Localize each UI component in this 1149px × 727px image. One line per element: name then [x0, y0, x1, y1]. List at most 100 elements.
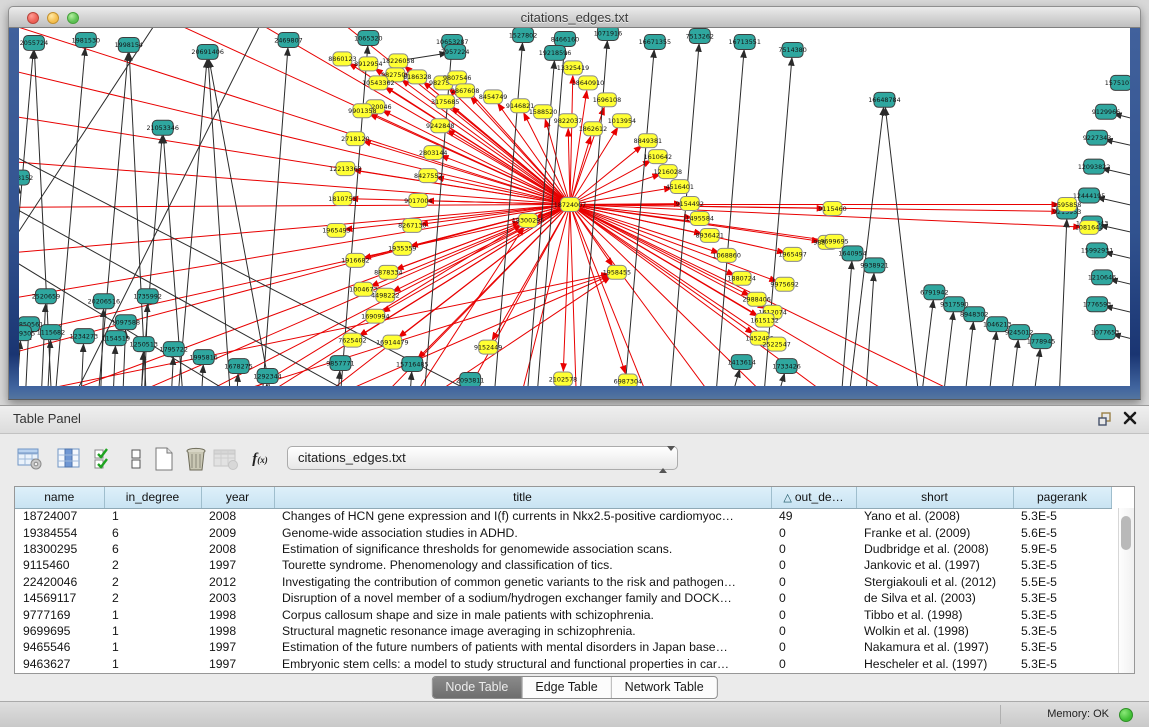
graph-node[interactable]: 1935359	[388, 241, 416, 255]
table-row[interactable]: 2242004622012Investigating the contribut…	[15, 574, 1111, 590]
graph-node[interactable]: 9115460	[818, 202, 846, 216]
graph-node[interactable]: 8860123	[328, 52, 356, 66]
graph-node[interactable]: 9227343	[1083, 130, 1111, 145]
column-header-name[interactable]: name	[15, 487, 104, 508]
graph-node[interactable]: 9154492	[676, 197, 704, 211]
graph-node[interactable]: 12093822	[1078, 159, 1110, 174]
graph-node[interactable]: 1250513	[130, 337, 158, 352]
graph-node[interactable]: 1097588	[112, 315, 140, 330]
graph-node[interactable]: 2718120	[341, 132, 369, 146]
graph-node[interactable]: 8466160	[551, 31, 579, 46]
graph-node[interactable]: 2093811	[456, 373, 484, 386]
graph-node[interactable]: 1778945	[1027, 334, 1055, 349]
graph-node[interactable]: 1495584	[686, 211, 714, 225]
function-builder-icon[interactable]: f(x)	[246, 445, 274, 473]
table-scrollbar-thumb[interactable]	[1121, 516, 1131, 550]
table-row[interactable]: 1830029562008Estimation of significance …	[15, 541, 1111, 557]
row-height-icon[interactable]	[122, 445, 150, 473]
graph-node[interactable]: 20206516	[88, 294, 120, 309]
float-window-icon[interactable]	[1097, 411, 1113, 427]
graph-node[interactable]: 12213363	[329, 162, 361, 176]
graph-node[interactable]: 1292344	[253, 369, 281, 384]
graph-node[interactable]: 20691406	[191, 44, 223, 59]
close-icon[interactable]	[1123, 411, 1139, 427]
graph-node[interactable]: 1068860	[713, 248, 741, 262]
table-row[interactable]: 911546021997Tourette syndrome. Phenomeno…	[15, 557, 1111, 573]
graph-node[interactable]: 1965497	[778, 247, 806, 261]
graph-node[interactable]: 18226058	[382, 54, 414, 68]
graph-node[interactable]: 1083152	[19, 170, 33, 185]
graph-node[interactable]: 6987304	[614, 374, 642, 386]
graph-node[interactable]: 4516401	[666, 180, 694, 194]
graph-node[interactable]: 1810755	[328, 192, 356, 206]
column-header-year[interactable]: year	[201, 487, 274, 508]
tab-edge-table[interactable]: Edge Table	[521, 677, 610, 698]
graph-node[interactable]: 16671355	[639, 34, 671, 49]
table-row[interactable]: 1456911722003Disruption of a novel membe…	[15, 590, 1111, 606]
graph-node[interactable]: 1065320	[354, 30, 382, 45]
delete-icon[interactable]	[182, 445, 210, 473]
column-header-title[interactable]: title	[274, 487, 771, 508]
graph-node[interactable]: 21053346	[147, 120, 179, 135]
column-header-short[interactable]: short	[856, 487, 1013, 508]
graph-node[interactable]: 16713551	[728, 34, 760, 49]
graph-node[interactable]: 1527802	[509, 28, 537, 42]
graph-node[interactable]: 1216028	[654, 165, 682, 179]
table-row[interactable]: 946554611997Estimation of the future num…	[15, 639, 1111, 655]
graph-node[interactable]: 15751074	[1105, 75, 1130, 90]
graph-node[interactable]: 9938921	[860, 258, 888, 273]
graph-node[interactable]: 1995816	[189, 350, 217, 365]
graph-node[interactable]: 6791942	[920, 285, 948, 300]
graph-node[interactable]: 19218596	[539, 45, 571, 60]
graph-node[interactable]: 2520659	[32, 289, 60, 304]
graph-node[interactable]: 1678275	[224, 359, 252, 374]
graph-node[interactable]: 13325419	[557, 61, 589, 75]
graph-node[interactable]: 1916682	[341, 253, 369, 267]
graph-node[interactable]: 1013954	[608, 114, 636, 128]
delete-table-icon[interactable]	[212, 445, 240, 473]
graph-node[interactable]: 8936421	[696, 228, 724, 242]
graph-node[interactable]: 1981530	[72, 32, 100, 47]
graph-node[interactable]: 8849381	[634, 134, 662, 148]
show-columns-icon[interactable]	[55, 445, 83, 473]
graph-node[interactable]: 7513262	[686, 28, 714, 43]
graph-node[interactable]: 9857771	[326, 356, 354, 371]
column-header-out_de[interactable]: △out_de…	[771, 487, 856, 508]
graph-node[interactable]: 1077653	[1091, 325, 1119, 340]
graph-node[interactable]: 1154519	[102, 331, 130, 346]
column-header-pagerank[interactable]: pagerank	[1013, 487, 1111, 508]
table-row[interactable]: 977716911998Corpus callosum shape and si…	[15, 606, 1111, 622]
new-file-icon[interactable]	[150, 445, 178, 473]
tab-network-table[interactable]: Network Table	[611, 677, 717, 698]
graph-node[interactable]: 16648784	[868, 92, 900, 107]
graph-node[interactable]: 8948302	[960, 307, 988, 322]
graph-node[interactable]: 1413614	[727, 355, 755, 370]
graph-node[interactable]: 1234273	[70, 329, 98, 344]
graph-node[interactable]: 1733426	[772, 359, 800, 374]
window-titlebar[interactable]: citations_edges.txt	[8, 6, 1141, 28]
graph-node[interactable]: 18640910	[572, 76, 604, 90]
graph-node[interactable]: 9975692	[770, 277, 798, 291]
network-canvas[interactable]: 2055724 1981530 1998154 20691406 2469807 1065…	[19, 28, 1130, 386]
graph-node[interactable]: 1690994	[361, 309, 389, 323]
graph-node[interactable]: 7514380	[778, 42, 806, 57]
network-canvas-svg[interactable]: 2055724 1981530 1998154 20691406 2469807 1065…	[19, 28, 1130, 386]
graph-node[interactable]: 1696108	[593, 93, 621, 107]
graph-node[interactable]: 1998154	[115, 37, 143, 52]
graph-node[interactable]: 2055724	[20, 35, 48, 50]
graph-node[interactable]: 9129966	[1092, 104, 1120, 119]
table-selector-dropdown[interactable]: citations_edges.txt	[287, 446, 678, 470]
table-scrollbar[interactable]	[1118, 508, 1134, 673]
graph-node[interactable]: 1210646	[1088, 270, 1116, 285]
graph-node[interactable]: 1776593	[1083, 297, 1111, 312]
select-columns-icon[interactable]	[90, 445, 118, 473]
graph-node[interactable]: 1735992	[134, 289, 162, 304]
graph-node[interactable]: 2102578	[549, 372, 577, 386]
graph-node[interactable]: 7957224	[441, 44, 469, 59]
table-row[interactable]: 1938455462009Genome-wide association stu…	[15, 524, 1111, 540]
graph-node[interactable]: 1071916	[594, 28, 622, 40]
graph-node[interactable]: 8454749	[479, 90, 507, 104]
graph-node[interactable]: 8878334	[374, 265, 402, 279]
graph-node[interactable]: 1115682	[37, 325, 65, 340]
graph-node[interactable]: 2469807	[274, 32, 302, 47]
